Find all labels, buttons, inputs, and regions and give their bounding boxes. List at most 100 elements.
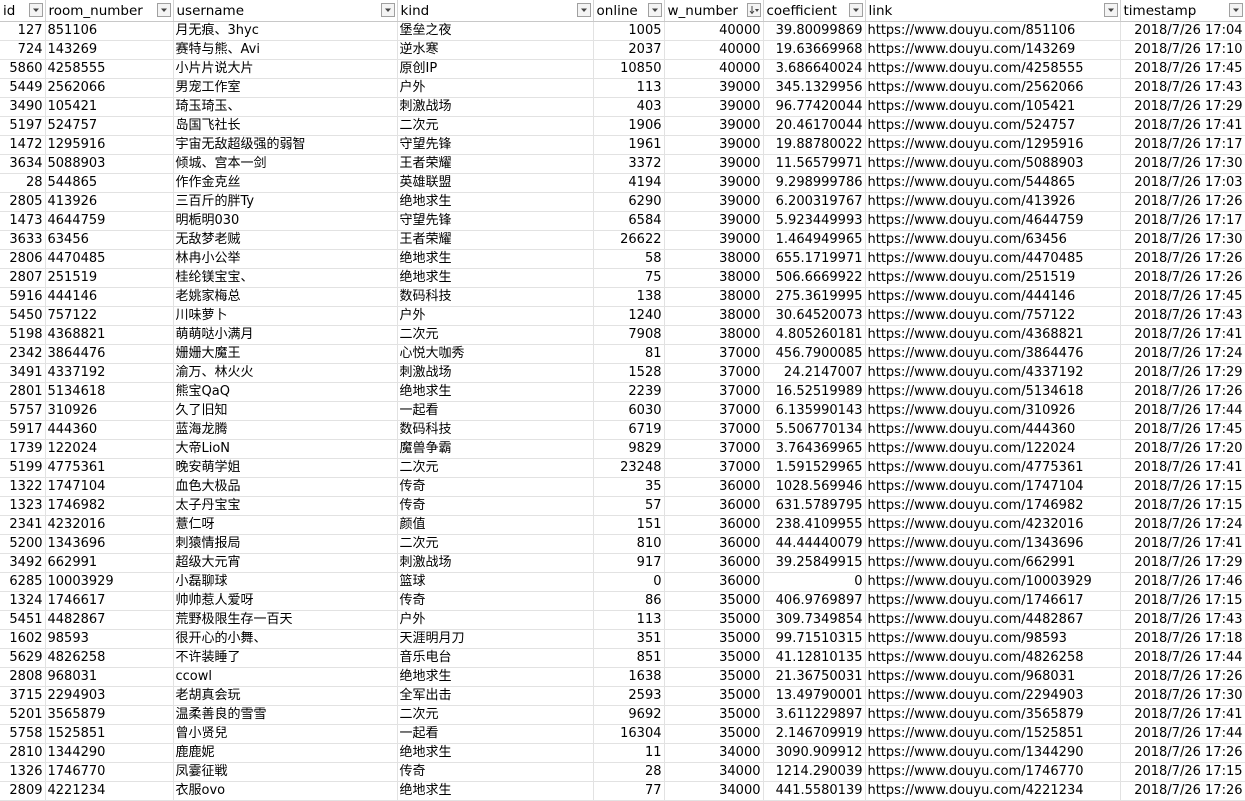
cell-coefficient[interactable]: 21.36750031 bbox=[763, 667, 866, 687]
cell-room-number[interactable]: 251519 bbox=[45, 268, 174, 288]
cell-timestamp[interactable]: 2018/7/26 17:26 bbox=[1120, 743, 1245, 763]
cell-id[interactable]: 2805 bbox=[0, 192, 46, 212]
cell-w-number[interactable]: 35000 bbox=[664, 591, 764, 611]
cell-username[interactable]: 小磊聊球 bbox=[173, 572, 398, 592]
cell-link[interactable]: https://www.douyu.com/757122 bbox=[865, 306, 1121, 326]
cell-kind[interactable]: 守望先锋 bbox=[397, 211, 594, 231]
cell-id[interactable]: 1326 bbox=[0, 762, 46, 782]
cell-id[interactable]: 3491 bbox=[0, 363, 46, 383]
cell-kind[interactable]: 二次元 bbox=[397, 116, 594, 136]
cell-id[interactable]: 5199 bbox=[0, 458, 46, 478]
cell-username[interactable]: 衣服ovo bbox=[173, 781, 398, 801]
cell-w-number[interactable]: 35000 bbox=[664, 686, 764, 706]
cell-link[interactable]: https://www.douyu.com/1295916 bbox=[865, 135, 1121, 155]
cell-id[interactable]: 5917 bbox=[0, 420, 46, 440]
cell-kind[interactable]: 数码科技 bbox=[397, 420, 594, 440]
cell-link[interactable]: https://www.douyu.com/310926 bbox=[865, 401, 1121, 421]
cell-room-number[interactable]: 63456 bbox=[45, 230, 174, 250]
cell-timestamp[interactable]: 2018/7/26 17:30 bbox=[1120, 154, 1245, 174]
cell-coefficient[interactable]: 19.63669968 bbox=[763, 40, 866, 60]
cell-username[interactable]: 太子丹宝宝 bbox=[173, 496, 398, 516]
cell-room-number[interactable]: 413926 bbox=[45, 192, 174, 212]
cell-username[interactable]: 很开心的小舞、 bbox=[173, 629, 398, 649]
cell-kind[interactable]: 二次元 bbox=[397, 705, 594, 725]
cell-username[interactable]: 熊宝QaQ bbox=[173, 382, 398, 402]
cell-w-number[interactable]: 37000 bbox=[664, 401, 764, 421]
cell-kind[interactable]: 原创IP bbox=[397, 59, 594, 79]
cell-id[interactable]: 3633 bbox=[0, 230, 46, 250]
cell-online[interactable]: 23248 bbox=[593, 458, 665, 478]
cell-id[interactable]: 3715 bbox=[0, 686, 46, 706]
cell-link[interactable]: https://www.douyu.com/851106 bbox=[865, 21, 1121, 41]
cell-w-number[interactable]: 38000 bbox=[664, 325, 764, 345]
cell-kind[interactable]: 二次元 bbox=[397, 325, 594, 345]
cell-kind[interactable]: 心悦大咖秀 bbox=[397, 344, 594, 364]
cell-id[interactable]: 1322 bbox=[0, 477, 46, 497]
cell-kind[interactable]: 户外 bbox=[397, 306, 594, 326]
cell-username[interactable]: 赛特与熊、Avi bbox=[173, 40, 398, 60]
cell-id[interactable]: 5757 bbox=[0, 401, 46, 421]
cell-w-number[interactable]: 36000 bbox=[664, 515, 764, 535]
cell-coefficient[interactable]: 0 bbox=[763, 572, 866, 592]
cell-coefficient[interactable]: 456.7900085 bbox=[763, 344, 866, 364]
cell-timestamp[interactable]: 2018/7/26 17:41 bbox=[1120, 458, 1245, 478]
cell-id[interactable]: 2801 bbox=[0, 382, 46, 402]
cell-timestamp[interactable]: 2018/7/26 17:44 bbox=[1120, 648, 1245, 668]
cell-room-number[interactable]: 310926 bbox=[45, 401, 174, 421]
cell-coefficient[interactable]: 275.3619995 bbox=[763, 287, 866, 307]
cell-timestamp[interactable]: 2018/7/26 17:15 bbox=[1120, 477, 1245, 497]
cell-timestamp[interactable]: 2018/7/26 17:45 bbox=[1120, 420, 1245, 440]
cell-w-number[interactable]: 38000 bbox=[664, 249, 764, 269]
cell-timestamp[interactable]: 2018/7/26 17:26 bbox=[1120, 781, 1245, 801]
cell-coefficient[interactable]: 238.4109955 bbox=[763, 515, 866, 535]
cell-online[interactable]: 16304 bbox=[593, 724, 665, 744]
cell-w-number[interactable]: 38000 bbox=[664, 287, 764, 307]
cell-username[interactable]: 林冉小公举 bbox=[173, 249, 398, 269]
cell-kind[interactable]: 守望先锋 bbox=[397, 135, 594, 155]
cell-w-number[interactable]: 40000 bbox=[664, 59, 764, 79]
cell-id[interactable]: 5449 bbox=[0, 78, 46, 98]
cell-timestamp[interactable]: 2018/7/26 17:04 bbox=[1120, 21, 1245, 41]
cell-coefficient[interactable]: 1028.569946 bbox=[763, 477, 866, 497]
cell-link[interactable]: https://www.douyu.com/4470485 bbox=[865, 249, 1121, 269]
cell-w-number[interactable]: 35000 bbox=[664, 705, 764, 725]
cell-timestamp[interactable]: 2018/7/26 17:29 bbox=[1120, 553, 1245, 573]
cell-w-number[interactable]: 34000 bbox=[664, 762, 764, 782]
cell-room-number[interactable]: 10003929 bbox=[45, 572, 174, 592]
cell-username[interactable]: 宇宙无敌超级强的弱智 bbox=[173, 135, 398, 155]
cell-w-number[interactable]: 38000 bbox=[664, 268, 764, 288]
cell-online[interactable]: 151 bbox=[593, 515, 665, 535]
cell-coefficient[interactable]: 1214.290039 bbox=[763, 762, 866, 782]
cell-coefficient[interactable]: 4.805260181 bbox=[763, 325, 866, 345]
cell-id[interactable]: 724 bbox=[0, 40, 46, 60]
cell-coefficient[interactable]: 24.2147007 bbox=[763, 363, 866, 383]
cell-kind[interactable]: 堡垒之夜 bbox=[397, 21, 594, 41]
cell-link[interactable]: https://www.douyu.com/2294903 bbox=[865, 686, 1121, 706]
cell-id[interactable]: 5198 bbox=[0, 325, 46, 345]
cell-kind[interactable]: 传奇 bbox=[397, 591, 594, 611]
cell-online[interactable]: 2037 bbox=[593, 40, 665, 60]
cell-link[interactable]: https://www.douyu.com/4221234 bbox=[865, 781, 1121, 801]
cell-kind[interactable]: 绝地求生 bbox=[397, 249, 594, 269]
cell-room-number[interactable]: 4368821 bbox=[45, 325, 174, 345]
cell-link[interactable]: https://www.douyu.com/4644759 bbox=[865, 211, 1121, 231]
cell-online[interactable]: 138 bbox=[593, 287, 665, 307]
cell-room-number[interactable]: 968031 bbox=[45, 667, 174, 687]
cell-online[interactable]: 75 bbox=[593, 268, 665, 288]
cell-username[interactable]: 薏仁呀 bbox=[173, 515, 398, 535]
cell-timestamp[interactable]: 2018/7/26 17:03 bbox=[1120, 173, 1245, 193]
cell-online[interactable]: 2239 bbox=[593, 382, 665, 402]
cell-coefficient[interactable]: 6.200319767 bbox=[763, 192, 866, 212]
cell-timestamp[interactable]: 2018/7/26 17:26 bbox=[1120, 268, 1245, 288]
cell-id[interactable]: 5451 bbox=[0, 610, 46, 630]
cell-id[interactable]: 2810 bbox=[0, 743, 46, 763]
cell-online[interactable]: 1005 bbox=[593, 21, 665, 41]
cell-online[interactable]: 113 bbox=[593, 610, 665, 630]
cell-room-number[interactable]: 1525851 bbox=[45, 724, 174, 744]
cell-id[interactable]: 6285 bbox=[0, 572, 46, 592]
cell-timestamp[interactable]: 2018/7/26 17:29 bbox=[1120, 97, 1245, 117]
cell-coefficient[interactable]: 1.591529965 bbox=[763, 458, 866, 478]
cell-kind[interactable]: 二次元 bbox=[397, 458, 594, 478]
sort-filter-button[interactable] bbox=[746, 3, 761, 17]
cell-coefficient[interactable]: 5.506770134 bbox=[763, 420, 866, 440]
